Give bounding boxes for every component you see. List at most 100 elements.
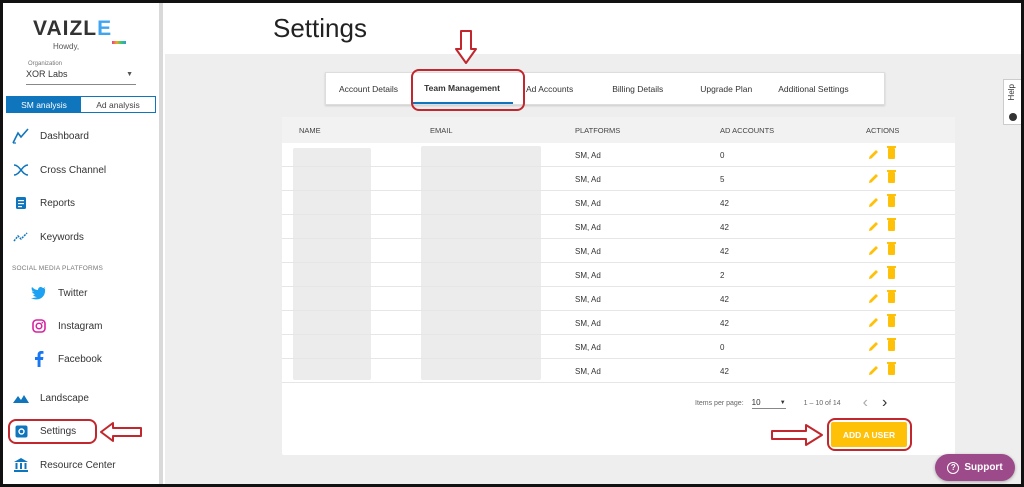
instagram-icon	[29, 316, 49, 336]
column-header-platforms: PLATFORMS	[575, 126, 621, 135]
ad-analysis-tab[interactable]: Ad analysis	[81, 97, 155, 112]
tab-account-details[interactable]: Account Details	[326, 73, 411, 104]
help-tab[interactable]: Help	[1003, 79, 1021, 125]
table-row: SM, Ad 42	[282, 359, 955, 383]
organization-value: XOR Labs	[26, 69, 68, 79]
column-header-name: NAME	[299, 126, 321, 135]
trash-icon[interactable]	[887, 338, 896, 351]
trash-icon[interactable]	[887, 362, 896, 375]
sidebar-item-label: Dashboard	[40, 130, 89, 142]
logo-underline	[112, 41, 126, 44]
main-content: Settings Account Details Team Management…	[165, 3, 1021, 484]
items-per-page-select[interactable]: 10 ▼	[751, 397, 786, 409]
analysis-mode-tabs: SM analysis Ad analysis	[6, 96, 156, 113]
sidebar-item-label: Resource Center	[40, 459, 116, 471]
settings-tabs: Account Details Team Management Ad Accou…	[325, 72, 885, 105]
table-row: SM, Ad 42	[282, 239, 955, 263]
organization-select[interactable]: XOR Labs ▼	[26, 69, 136, 85]
trash-icon[interactable]	[887, 218, 896, 231]
arrow-left-annotation-icon	[100, 422, 142, 442]
column-header-actions: ACTIONS	[866, 126, 900, 135]
page-title: Settings	[273, 13, 367, 43]
mountain-icon	[11, 388, 31, 408]
sidebar-item-landscape[interactable]: Landscape	[11, 386, 156, 410]
sidebar-item-label: Twitter	[58, 287, 88, 299]
table-header: NAME EMAIL PLATFORMS AD ACCOUNTS ACTIONS	[282, 117, 955, 143]
items-per-page-value: 10	[751, 397, 761, 407]
trash-icon[interactable]	[887, 314, 896, 327]
platforms-cell: SM, Ad	[575, 319, 601, 328]
platforms-cell: SM, Ad	[575, 223, 601, 232]
sidebar-item-label: Landscape	[40, 392, 89, 404]
support-label: Support	[964, 462, 1003, 473]
pencil-icon[interactable]	[868, 341, 879, 352]
sm-analysis-tab[interactable]: SM analysis	[7, 97, 81, 112]
trash-icon[interactable]	[887, 242, 896, 255]
sidebar-item-label: Reports	[40, 197, 76, 209]
ad-accounts-cell: 2	[720, 271, 725, 280]
pencil-icon[interactable]	[868, 173, 879, 184]
pencil-icon[interactable]	[868, 197, 879, 208]
sidebar-item-keywords[interactable]: Keywords	[11, 225, 156, 249]
pencil-icon[interactable]	[868, 317, 879, 328]
sidebar-item-instagram[interactable]: Instagram	[29, 314, 174, 338]
platforms-cell: SM, Ad	[575, 199, 601, 208]
app-window: VAIZLE Howdy, Organization XOR Labs ▼ SM…	[0, 0, 1024, 487]
tab-upgrade-plan[interactable]: Upgrade Plan	[676, 73, 765, 104]
pencil-icon[interactable]	[868, 365, 879, 376]
facebook-icon	[29, 349, 49, 369]
trash-icon[interactable]	[887, 170, 896, 183]
pencil-icon[interactable]	[868, 245, 879, 256]
ad-accounts-cell: 0	[720, 151, 725, 160]
trend-line-icon	[11, 126, 31, 146]
organization-label: Organization	[28, 61, 63, 67]
trash-icon[interactable]	[887, 266, 896, 279]
settings-highlight-annotation	[8, 419, 97, 444]
question-icon: ?	[947, 461, 960, 474]
sidebar-item-facebook[interactable]: Facebook	[29, 347, 174, 371]
vaizle-logo[interactable]: VAIZLE	[33, 17, 112, 41]
table-row: SM, Ad 42	[282, 191, 955, 215]
sidebar-item-label: Keywords	[40, 231, 84, 243]
sidebar-item-label: Instagram	[58, 320, 103, 332]
paginator: Items per page: 10 ▼ 1 – 10 of 14 ‹ ›	[695, 394, 887, 412]
pencil-icon[interactable]	[868, 221, 879, 232]
trash-icon[interactable]	[887, 194, 896, 207]
table-row: SM, Ad 5	[282, 167, 955, 191]
column-header-email: EMAIL	[430, 126, 453, 135]
shuffle-icon	[11, 160, 31, 180]
platforms-cell: SM, Ad	[575, 295, 601, 304]
pencil-icon[interactable]	[868, 293, 879, 304]
sidebar-item-resource-center[interactable]: Resource Center	[11, 453, 156, 477]
tab-additional-settings[interactable]: Additional Settings	[765, 73, 861, 104]
bank-icon	[11, 455, 31, 475]
chevron-right-icon[interactable]: ›	[882, 394, 887, 412]
ad-accounts-cell: 42	[720, 223, 729, 232]
pencil-icon[interactable]	[868, 149, 879, 160]
caret-down-icon: ▼	[126, 71, 133, 78]
team-table: NAME EMAIL PLATFORMS AD ACCOUNTS ACTIONS…	[282, 117, 955, 455]
sidebar-item-label: Facebook	[58, 353, 102, 365]
platforms-cell: SM, Ad	[575, 247, 601, 256]
platforms-cell: SM, Ad	[575, 367, 601, 376]
platforms-cell: SM, Ad	[575, 175, 601, 184]
chevron-left-icon[interactable]: ‹	[863, 394, 868, 412]
sidebar-item-dashboard[interactable]: Dashboard	[11, 124, 156, 148]
trash-icon[interactable]	[887, 146, 896, 159]
twitter-icon	[29, 283, 49, 303]
trash-icon[interactable]	[887, 290, 896, 303]
tab-billing-details[interactable]: Billing Details	[586, 73, 676, 104]
sidebar-item-twitter[interactable]: Twitter	[29, 281, 174, 305]
add-user-highlight-annotation	[827, 418, 912, 451]
sidebar-item-cross-channel[interactable]: Cross Channel	[11, 158, 156, 182]
ad-accounts-cell: 42	[720, 367, 729, 376]
sidebar: VAIZLE Howdy, Organization XOR Labs ▼ SM…	[3, 3, 159, 484]
table-row: SM, Ad 42	[282, 287, 955, 311]
sidebar-scrollbar[interactable]	[159, 3, 163, 484]
sidebar-item-reports[interactable]: Reports	[11, 191, 156, 215]
platforms-cell: SM, Ad	[575, 343, 601, 352]
pencil-icon[interactable]	[868, 269, 879, 280]
support-button[interactable]: ? Support	[935, 454, 1015, 481]
ad-accounts-cell: 5	[720, 175, 725, 184]
table-row: SM, Ad 42	[282, 215, 955, 239]
